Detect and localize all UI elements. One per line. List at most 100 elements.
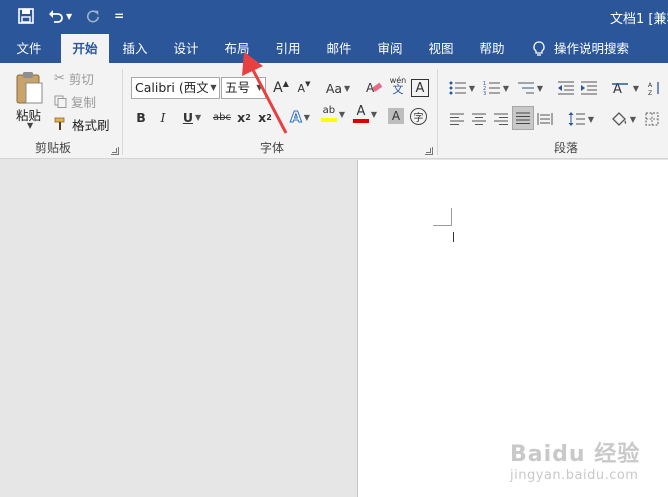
paste-icon bbox=[16, 72, 43, 104]
character-border-button[interactable]: A bbox=[411, 79, 429, 97]
tab-help[interactable]: 帮助 bbox=[469, 34, 515, 63]
italic-button[interactable]: I bbox=[155, 106, 171, 128]
align-center-button[interactable] bbox=[469, 108, 489, 130]
scissors-icon: ✂ bbox=[54, 70, 65, 86]
clipboard-launcher-icon[interactable] bbox=[111, 147, 119, 155]
font-name-combo[interactable]: Calibri (西文正 ▼ bbox=[131, 77, 220, 99]
distributed-icon bbox=[537, 113, 553, 125]
bullets-icon bbox=[449, 81, 466, 95]
tell-me-search[interactable]: 操作说明搜索 bbox=[532, 34, 629, 63]
paste-dropdown-icon[interactable]: ▼ bbox=[27, 121, 33, 130]
distributed-button[interactable] bbox=[535, 108, 555, 130]
character-shading-button[interactable]: A bbox=[388, 108, 404, 124]
undo-button[interactable]: ▼ bbox=[48, 6, 72, 26]
text-effects-label: A bbox=[290, 108, 303, 127]
format-painter-button[interactable]: 格式刷 bbox=[54, 114, 110, 134]
bullets-button[interactable]: ▼ bbox=[447, 77, 477, 99]
multilevel-list-button[interactable]: ▼ bbox=[515, 77, 545, 99]
chinese-layout-button[interactable]: A ▼ bbox=[609, 77, 641, 99]
change-case-button[interactable]: Aa ▼ bbox=[323, 77, 353, 99]
copy-button[interactable]: 复制 bbox=[54, 91, 96, 111]
highlight-button[interactable]: ab ▼ bbox=[318, 103, 348, 125]
tell-me-label: 操作说明搜索 bbox=[554, 41, 630, 56]
svg-text:3: 3 bbox=[483, 91, 486, 96]
superscript-button[interactable]: x2 bbox=[257, 106, 273, 128]
redo-button[interactable] bbox=[86, 6, 100, 26]
align-right-button[interactable] bbox=[491, 108, 511, 130]
cut-label: 剪切 bbox=[68, 71, 94, 87]
shading-button[interactable]: ▼ bbox=[607, 108, 639, 130]
tab-references[interactable]: 引用 bbox=[265, 34, 311, 63]
character-border-label: A bbox=[415, 80, 425, 96]
font-size-combo[interactable]: 五号 ▼ bbox=[221, 77, 266, 99]
customize-qat-button[interactable]: = bbox=[114, 6, 124, 26]
justify-button[interactable] bbox=[512, 106, 534, 130]
copy-icon bbox=[54, 95, 67, 108]
enclose-characters-label: 字 bbox=[413, 113, 424, 124]
text-effects-button[interactable]: A ▼ bbox=[285, 106, 315, 128]
clipboard-group-label: 剪贴板 bbox=[35, 141, 72, 155]
align-center-icon bbox=[472, 113, 486, 125]
ribbon-tabs: 文件 开始 插入 设计 布局 引用 邮件 审阅 视图 帮助 操作说明搜索 bbox=[0, 34, 668, 63]
undo-dropdown-icon[interactable]: ▼ bbox=[66, 12, 72, 21]
line-spacing-button[interactable]: ▼ bbox=[565, 108, 597, 130]
underline-label: U bbox=[182, 109, 193, 125]
increase-indent-icon bbox=[581, 81, 597, 95]
underline-button[interactable]: U ▼ bbox=[177, 106, 207, 128]
numbering-button[interactable]: 1 2 3 ▼ bbox=[481, 77, 511, 99]
font-launcher-icon[interactable] bbox=[425, 147, 433, 155]
lightbulb-icon bbox=[533, 40, 545, 56]
tab-insert[interactable]: 插入 bbox=[112, 34, 158, 63]
tab-view[interactable]: 视图 bbox=[418, 34, 464, 63]
svg-text:Z: Z bbox=[648, 90, 652, 96]
margin-corner-mark bbox=[433, 225, 451, 226]
strikethrough-label: abc bbox=[213, 111, 231, 123]
font-name-dropdown-icon[interactable]: ▼ bbox=[208, 78, 219, 98]
bold-button[interactable]: B bbox=[133, 106, 149, 128]
italic-label: I bbox=[160, 109, 166, 125]
customize-qat-icon: = bbox=[114, 9, 125, 23]
borders-button[interactable] bbox=[642, 108, 662, 130]
bold-label: B bbox=[136, 109, 146, 125]
save-button[interactable] bbox=[18, 6, 34, 26]
eraser-icon: A bbox=[366, 81, 383, 95]
clear-formatting-button[interactable]: A bbox=[365, 77, 385, 99]
justify-icon bbox=[516, 112, 530, 124]
undo-icon bbox=[49, 10, 63, 23]
change-case-label: Aa bbox=[325, 80, 343, 96]
phonetic-guide-button[interactable]: wén 文 bbox=[388, 74, 408, 96]
sort-button[interactable]: AZ bbox=[645, 77, 665, 99]
format-painter-label: 格式刷 bbox=[72, 117, 110, 133]
multilevel-list-icon bbox=[517, 82, 534, 94]
tab-file[interactable]: 文件 bbox=[6, 34, 52, 63]
align-left-icon bbox=[450, 113, 464, 125]
group-separator bbox=[122, 69, 123, 155]
tab-mailings[interactable]: 邮件 bbox=[316, 34, 362, 63]
increase-indent-button[interactable] bbox=[579, 77, 599, 99]
sort-icon: AZ bbox=[648, 82, 659, 96]
group-separator bbox=[437, 69, 438, 155]
tab-layout[interactable]: 布局 bbox=[214, 34, 260, 63]
text-cursor bbox=[453, 232, 454, 242]
cut-button[interactable]: ✂ 剪切 bbox=[54, 68, 94, 88]
highlight-label: ab bbox=[322, 105, 336, 116]
align-right-icon bbox=[494, 113, 508, 125]
watermark-url: jingyan.baidu.com bbox=[510, 468, 639, 483]
chinese-layout-icon: A bbox=[611, 82, 628, 96]
font-size-dropdown-icon[interactable]: ▼ bbox=[254, 78, 265, 98]
numbering-icon: 1 2 3 bbox=[483, 81, 500, 96]
enclose-characters-button[interactable]: 字 bbox=[410, 108, 427, 125]
shrink-font-button[interactable]: A ▼ bbox=[296, 77, 312, 99]
decrease-indent-button[interactable] bbox=[556, 77, 576, 99]
grow-font-button[interactable]: A ▲ bbox=[272, 77, 290, 99]
subscript-button[interactable]: x2 bbox=[236, 106, 252, 128]
tab-review[interactable]: 审阅 bbox=[367, 34, 413, 63]
document-background bbox=[0, 160, 357, 497]
font-color-button[interactable]: A ▼ bbox=[350, 103, 380, 125]
tab-home[interactable]: 开始 bbox=[61, 34, 109, 63]
strikethrough-button[interactable]: abc bbox=[211, 106, 233, 128]
align-left-button[interactable] bbox=[447, 108, 467, 130]
tab-design[interactable]: 设计 bbox=[163, 34, 209, 63]
superscript-mark: 2 bbox=[266, 112, 272, 122]
svg-text:A: A bbox=[648, 82, 653, 89]
